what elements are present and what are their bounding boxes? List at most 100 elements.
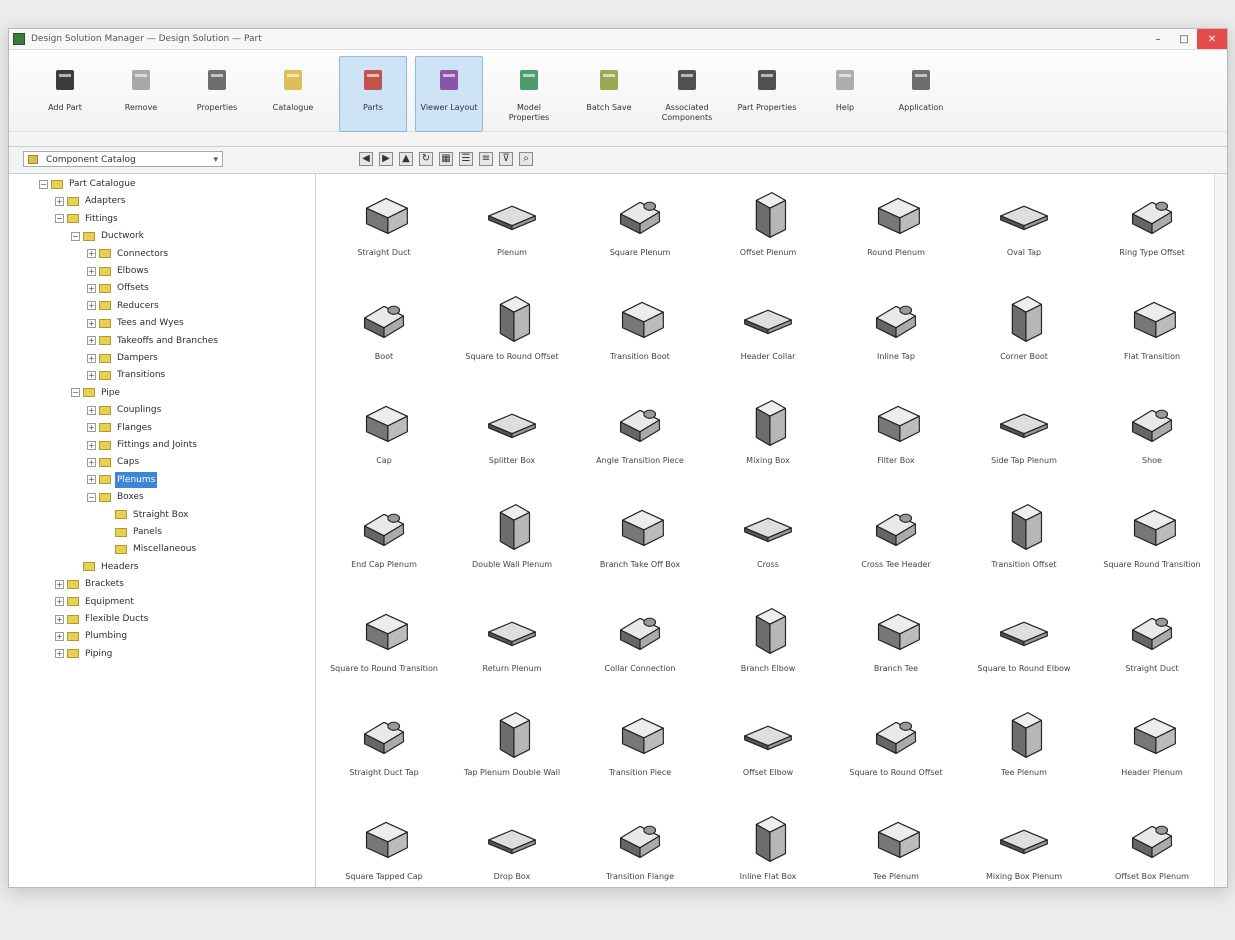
tree-item[interactable]: + Couplings — [87, 402, 163, 418]
tree-item[interactable]: − Part Catalogue — [39, 176, 137, 192]
expand-icon[interactable]: + — [87, 301, 96, 311]
collapse-icon[interactable]: − — [87, 492, 96, 502]
list-icon[interactable]: ☰ — [459, 152, 473, 166]
part-tile[interactable]: Mixing Box Plenum — [965, 802, 1083, 887]
part-tile[interactable]: Branch Take Off Box — [581, 490, 699, 594]
part-tile[interactable]: Straight Duct — [1093, 594, 1211, 698]
ribbon-button-associated-components[interactable]: Associated Components — [653, 56, 721, 132]
ribbon-button-parts[interactable]: Parts — [339, 56, 407, 132]
tree-item[interactable]: + Takeoffs and Branches — [87, 333, 220, 349]
part-tile[interactable]: Oval Tap — [965, 178, 1083, 282]
ribbon-button-properties[interactable]: Properties — [183, 56, 251, 132]
collapse-icon[interactable]: − — [71, 231, 80, 241]
forward-icon[interactable]: ▶ — [379, 152, 393, 166]
details-icon[interactable]: ≡ — [479, 152, 493, 166]
ribbon-button-application[interactable]: Application — [887, 56, 955, 132]
part-tile[interactable]: Collar Connection — [581, 594, 699, 698]
expand-icon[interactable]: + — [87, 370, 96, 380]
tree-item[interactable]: + Plumbing — [55, 628, 129, 644]
part-tile[interactable]: Cap — [325, 386, 443, 490]
part-tile[interactable]: Corner Boot — [965, 282, 1083, 386]
expand-icon[interactable]: + — [87, 405, 96, 415]
part-tile[interactable]: Square Plenum — [581, 178, 699, 282]
tree-item[interactable]: + Brackets — [55, 576, 126, 592]
part-tile[interactable]: Transition Flange — [581, 802, 699, 887]
tree-item[interactable]: Miscellaneous — [103, 541, 198, 557]
back-icon[interactable]: ◀ — [359, 152, 373, 166]
tree-item[interactable]: + Tees and Wyes — [87, 315, 186, 331]
search-icon[interactable]: ⌕ — [519, 152, 533, 166]
refresh-icon[interactable]: ↻ — [419, 152, 433, 166]
part-tile[interactable]: Square Round Transition — [1093, 490, 1211, 594]
part-tile[interactable]: Flat Transition — [1093, 282, 1211, 386]
expand-icon[interactable]: + — [55, 614, 64, 624]
close-button[interactable]: ✕ — [1197, 29, 1227, 49]
part-tile[interactable]: Square Tapped Cap — [325, 802, 443, 887]
part-tile[interactable]: Splitter Box — [453, 386, 571, 490]
part-tile[interactable]: Offset Box Plenum — [1093, 802, 1211, 887]
tree-item[interactable]: + Reducers — [87, 298, 161, 314]
tree-item[interactable]: + Offsets — [87, 280, 151, 296]
ribbon-button-batch-save[interactable]: Batch Save — [575, 56, 643, 132]
part-tile[interactable]: Return Plenum — [453, 594, 571, 698]
part-tile[interactable]: Round Plenum — [837, 178, 955, 282]
expand-icon[interactable]: + — [87, 353, 96, 363]
part-tile[interactable]: Header Plenum — [1093, 698, 1211, 802]
expand-icon[interactable]: + — [87, 423, 96, 433]
ribbon-button-help[interactable]: Help — [811, 56, 879, 132]
part-tile[interactable]: Branch Elbow — [709, 594, 827, 698]
part-tile[interactable]: Offset Plenum — [709, 178, 827, 282]
part-tile[interactable]: Boot — [325, 282, 443, 386]
tree-item[interactable]: + Transitions — [87, 367, 167, 383]
part-tile[interactable]: Header Collar — [709, 282, 827, 386]
part-tile[interactable]: Angle Transition Piece — [581, 386, 699, 490]
part-tile[interactable]: Double Wall Plenum — [453, 490, 571, 594]
part-tile[interactable]: Mixing Box — [709, 386, 827, 490]
expand-icon[interactable]: + — [87, 318, 96, 328]
collapse-icon[interactable]: − — [71, 388, 80, 398]
tree-item[interactable]: + Fittings and Joints — [87, 437, 199, 453]
tree-item[interactable]: − Ductwork — [71, 228, 146, 244]
tree-item[interactable]: Straight Box — [103, 507, 191, 523]
part-tile[interactable]: Square to Round Transition — [325, 594, 443, 698]
ribbon-button-catalogue[interactable]: Catalogue — [259, 56, 327, 132]
up-icon[interactable]: ▲ — [399, 152, 413, 166]
tree-item[interactable]: + Plenums — [87, 471, 158, 488]
maximize-button[interactable]: □ — [1171, 29, 1197, 49]
expand-icon[interactable]: + — [55, 597, 64, 607]
part-tile[interactable]: Transition Piece — [581, 698, 699, 802]
collapse-icon[interactable]: − — [55, 214, 64, 224]
tree-item[interactable]: + Equipment — [55, 594, 136, 610]
tree-item[interactable]: + Dampers — [87, 350, 160, 366]
ribbon-button-remove[interactable]: Remove — [107, 56, 175, 132]
part-tile[interactable]: Branch Tee — [837, 594, 955, 698]
tree-item[interactable]: Headers — [71, 559, 140, 575]
ribbon-button-part-properties[interactable]: Part Properties — [733, 56, 801, 132]
expand-icon[interactable]: + — [55, 579, 64, 589]
part-tile[interactable]: Offset Elbow — [709, 698, 827, 802]
part-tile[interactable]: Inline Tap — [837, 282, 955, 386]
ribbon-button-viewer-layout[interactable]: Viewer Layout — [415, 56, 483, 132]
tree-item[interactable]: + Flexible Ducts — [55, 611, 150, 627]
large-icons-icon[interactable]: ▦ — [439, 152, 453, 166]
tree-item[interactable]: + Caps — [87, 454, 141, 470]
tree-item[interactable]: + Flanges — [87, 420, 154, 436]
tree-item[interactable]: − Pipe — [71, 385, 122, 401]
part-tile[interactable]: Square to Round Elbow — [965, 594, 1083, 698]
part-tile[interactable]: Straight Duct Tap — [325, 698, 443, 802]
part-tile[interactable]: Filter Box — [837, 386, 955, 490]
tree-item[interactable]: − Boxes — [87, 489, 146, 505]
expand-icon[interactable]: + — [87, 336, 96, 346]
part-tile[interactable]: Square to Round Offset — [837, 698, 955, 802]
tree-item[interactable]: Panels — [103, 524, 164, 540]
part-tile[interactable]: End Cap Plenum — [325, 490, 443, 594]
part-tile[interactable]: Tee Plenum — [965, 698, 1083, 802]
vertical-scrollbar[interactable] — [1214, 174, 1227, 887]
part-tile[interactable]: Inline Flat Box — [709, 802, 827, 887]
part-tile[interactable]: Cross — [709, 490, 827, 594]
catalog-dropdown[interactable]: Component Catalog ▾ — [23, 151, 223, 167]
ribbon-button-add-part[interactable]: Add Part — [31, 56, 99, 132]
tree-item[interactable]: + Connectors — [87, 246, 170, 262]
ribbon-button-model-properties[interactable]: Model Properties — [495, 56, 563, 132]
tree-item[interactable]: + Adapters — [55, 193, 127, 209]
